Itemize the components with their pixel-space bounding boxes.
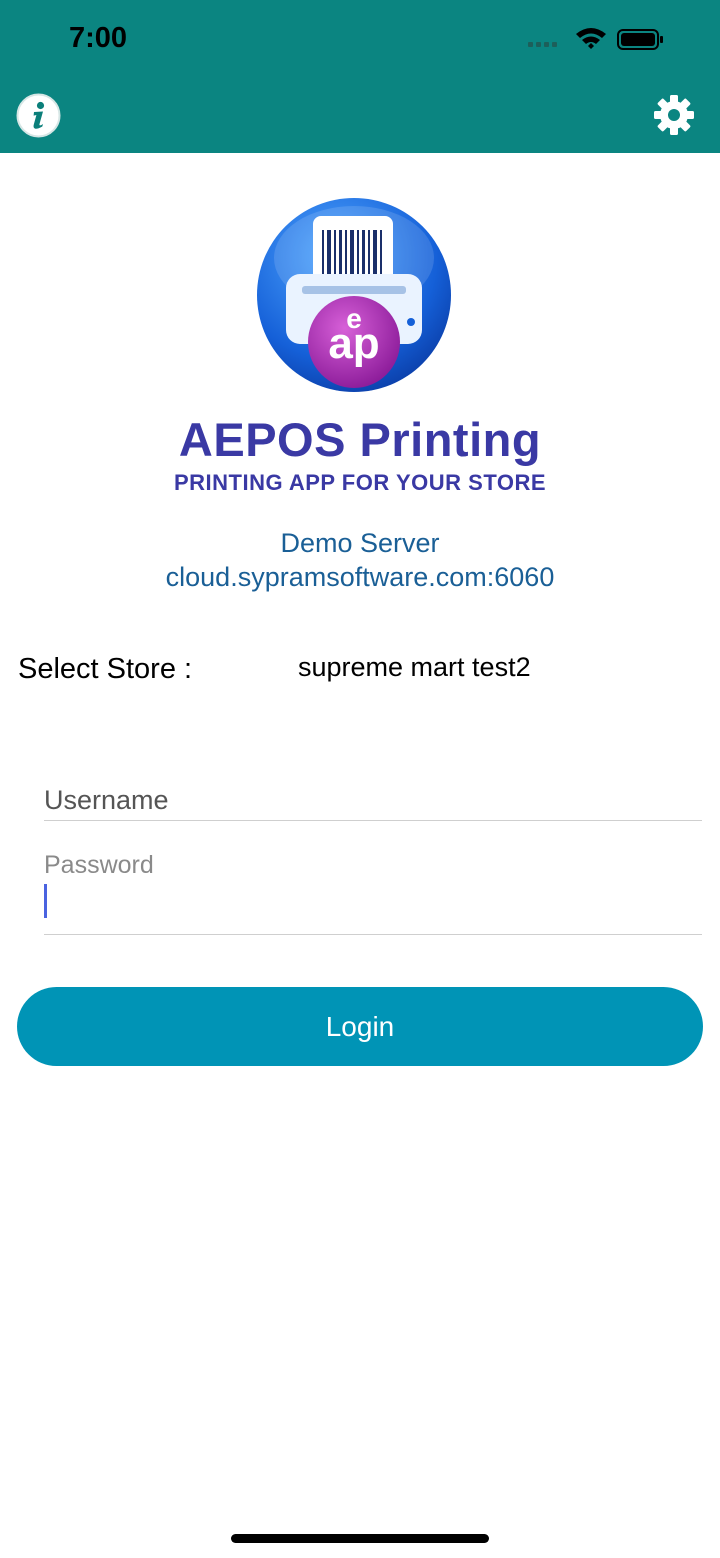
status-time: 7:00 (69, 22, 128, 54)
store-label: Select Store : (18, 653, 193, 685)
settings-button[interactable] (651, 92, 697, 138)
cellular-signal-icon (528, 42, 557, 47)
password-underline (44, 934, 702, 935)
login-button[interactable]: Login (17, 987, 703, 1066)
wifi-icon (576, 28, 606, 49)
username-field[interactable] (44, 780, 694, 820)
username-underline (44, 820, 702, 821)
info-icon (16, 93, 61, 138)
info-button[interactable] (16, 93, 61, 138)
server-name: Demo Server (280, 528, 440, 558)
svg-text:e: e (346, 303, 362, 334)
server-url: cloud.sypramsoftware.com:6060 (165, 562, 555, 592)
brand-title: AEPOS Printing (178, 413, 542, 466)
brand-tagline: PRINTING APP FOR YOUR STORE (173, 470, 547, 495)
text-cursor (44, 884, 47, 918)
password-label: Password (44, 851, 154, 879)
app-header: 7:00 (0, 0, 720, 153)
home-indicator (231, 1534, 489, 1543)
store-selector[interactable]: supreme mart test2 (298, 652, 531, 683)
password-field[interactable] (44, 881, 694, 921)
gear-icon (654, 95, 694, 135)
status-icons (528, 28, 663, 50)
app-logo: ap e (257, 198, 451, 392)
battery-icon (617, 29, 663, 50)
